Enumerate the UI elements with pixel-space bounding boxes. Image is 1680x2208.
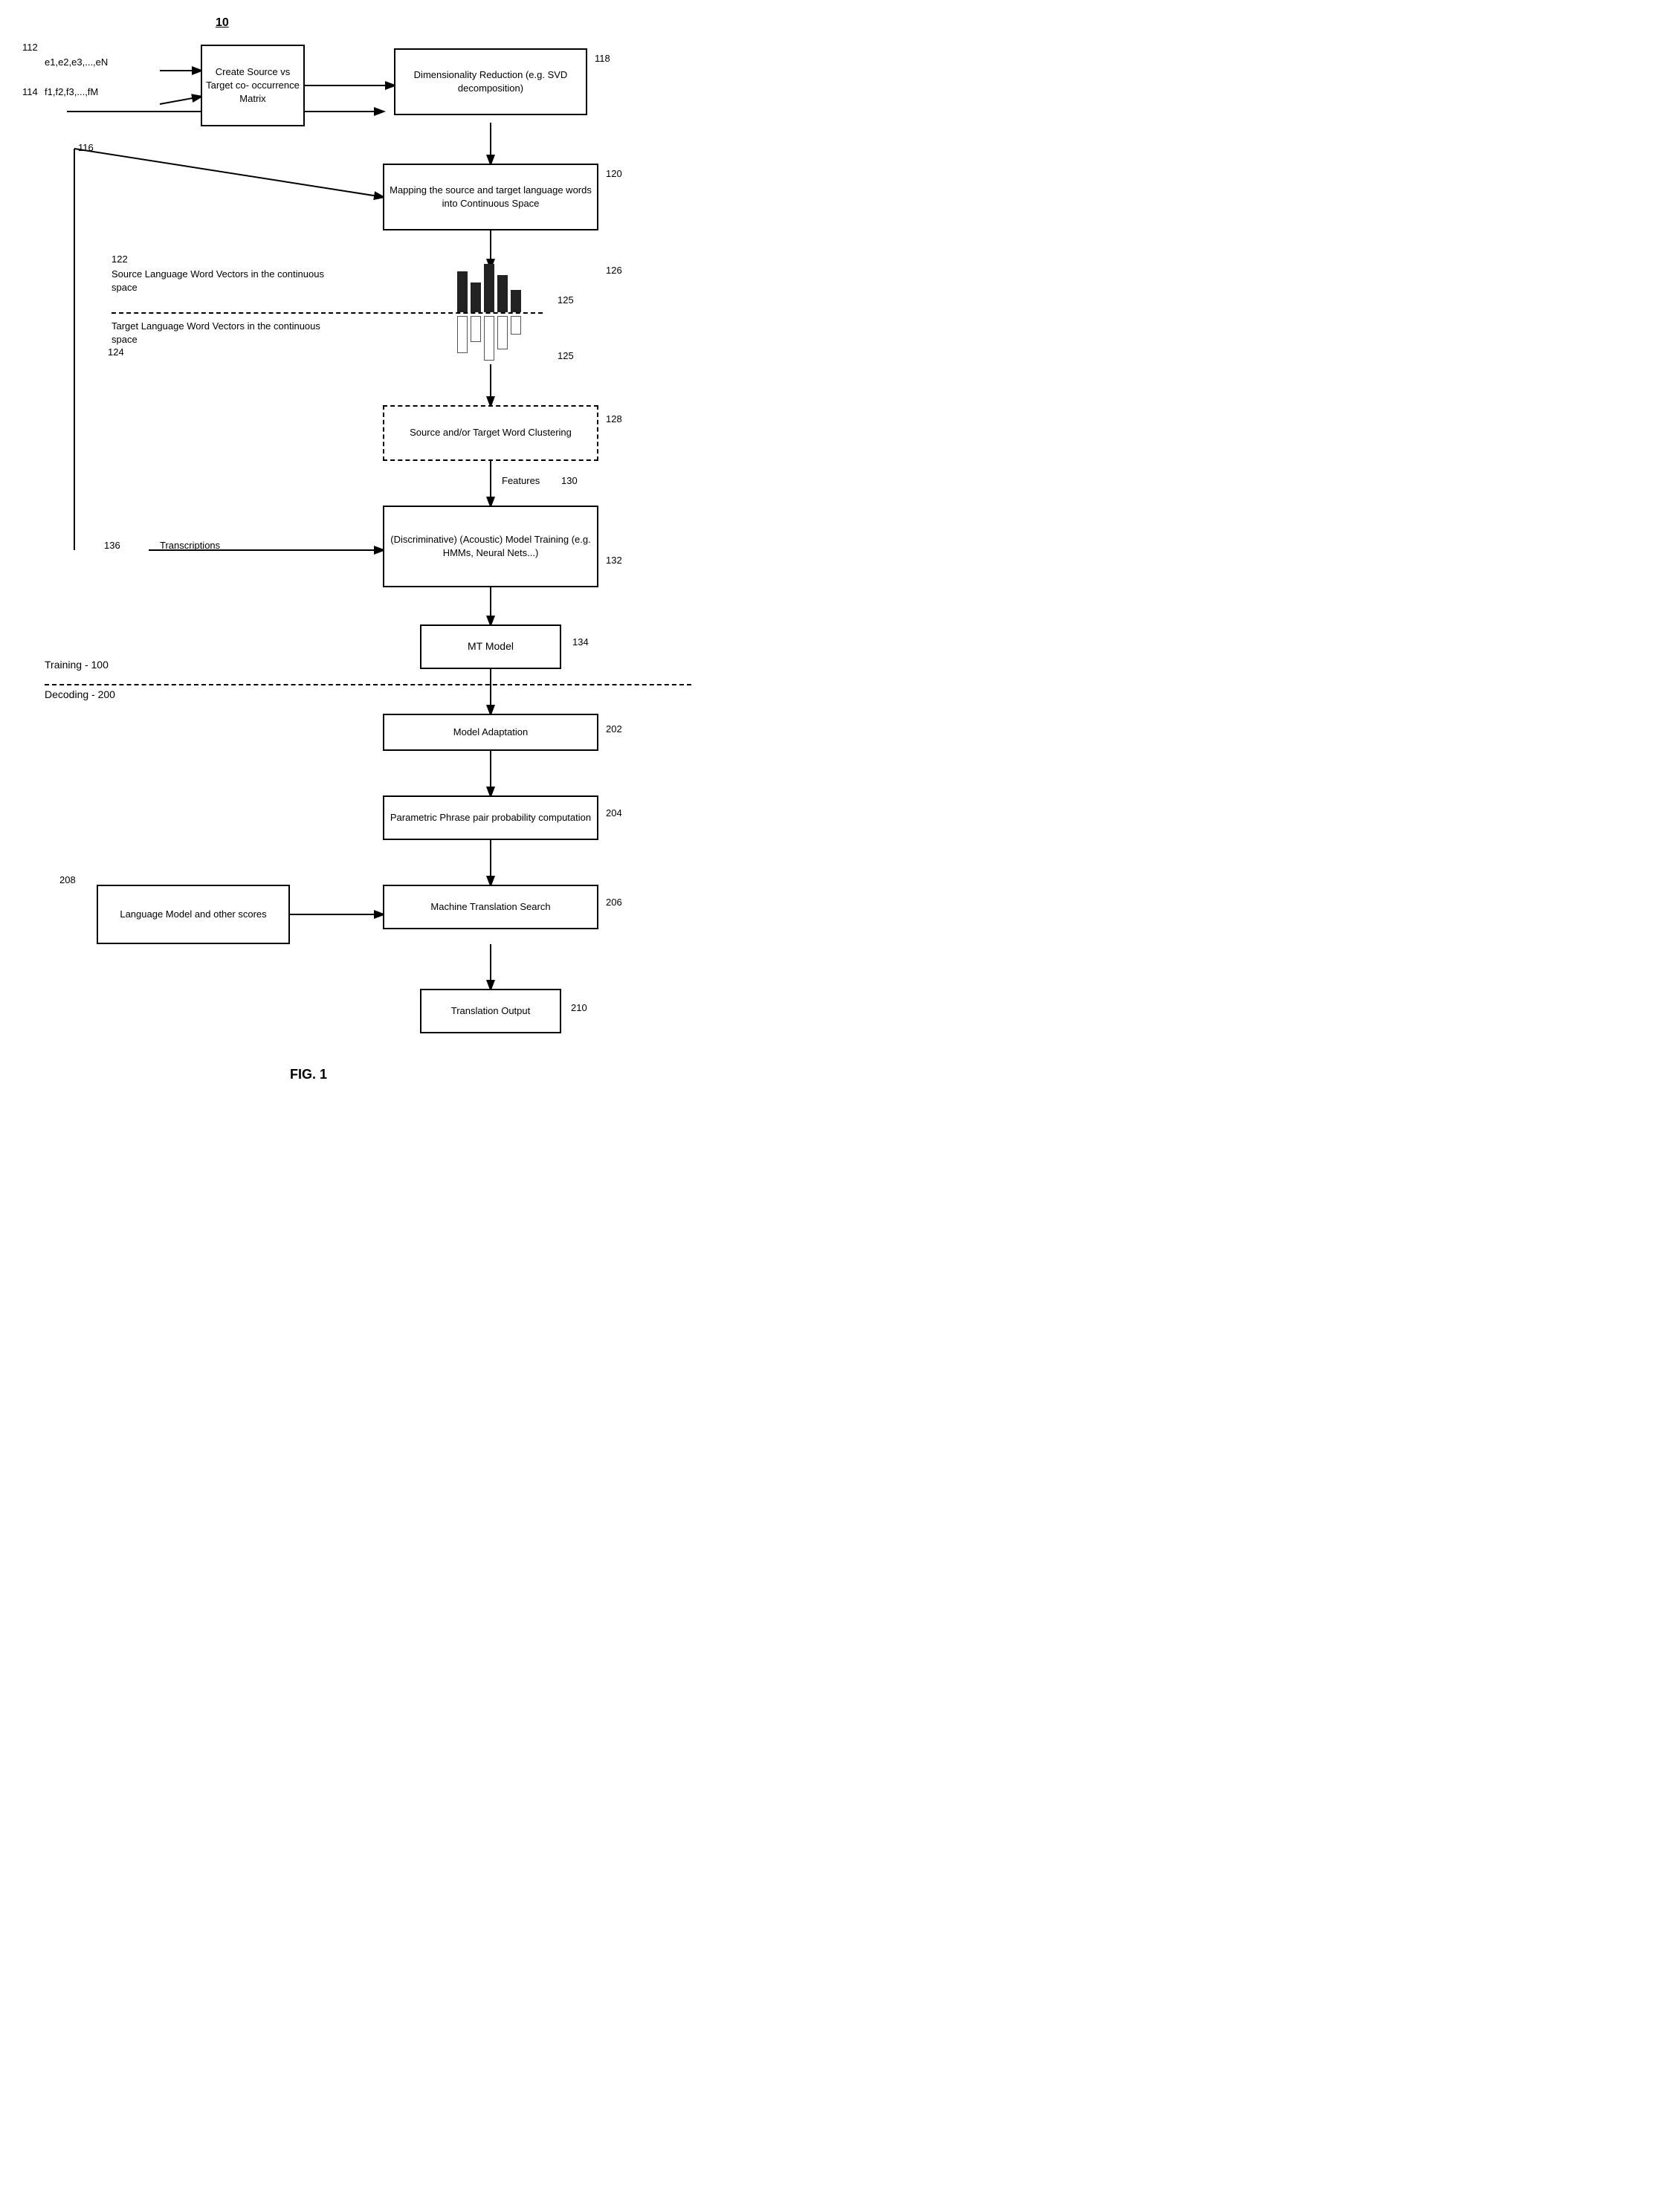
ref-204-label: 204	[606, 807, 622, 820]
ref-125b-label: 125	[558, 349, 574, 363]
bar5	[511, 290, 521, 312]
clustering-box: Source and/or Target Word Clustering	[383, 405, 598, 461]
ref-120-label: 120	[606, 167, 622, 181]
fig-label: FIG. 1	[290, 1067, 327, 1082]
parametric-box: Parametric Phrase pair probability compu…	[383, 795, 598, 840]
source-lang-vec-label: Source Language Word Vectors in the cont…	[112, 268, 335, 294]
target-bars-vis	[457, 316, 521, 361]
ref-126-label: 126	[606, 264, 622, 277]
training-decoding-separator	[45, 684, 691, 685]
create-matrix-box: Create Source vs Target co- occurrence M…	[201, 45, 305, 126]
model-training-box: (Discriminative) (Acoustic) Model Traini…	[383, 506, 598, 587]
language-model-box: Language Model and other scores	[97, 885, 290, 944]
ref-128-label: 128	[606, 413, 622, 426]
diagram-container: 10 e1,e2,e3,...,eN f1,f2,f3,...,fM 112 1…	[0, 0, 840, 1104]
ref-210-label: 210	[571, 1001, 587, 1015]
mapping-box: Mapping the source and target language w…	[383, 164, 598, 230]
tbar1	[457, 316, 468, 353]
ref-202-label: 202	[606, 723, 622, 736]
model-adaptation-box: Model Adaptation	[383, 714, 598, 751]
ref-206-label: 206	[606, 896, 622, 909]
f-vars-label: f1,f2,f3,...,fM	[45, 85, 98, 99]
vector-separator	[112, 312, 543, 314]
ref-114-label: 114	[22, 85, 38, 99]
features-label: Features	[502, 474, 540, 488]
bar1	[457, 271, 468, 312]
ref-116-label: 116	[78, 141, 94, 155]
decoding-label: Decoding - 200	[45, 688, 115, 703]
ref-124-label: 124	[108, 346, 124, 359]
transcriptions-label: Transcriptions	[160, 539, 220, 552]
ref-130-label: 130	[561, 474, 578, 488]
target-lang-vec-label: Target Language Word Vectors in the cont…	[112, 320, 335, 346]
ref-125a-label: 125	[558, 294, 574, 307]
ref-112-label: 112	[22, 41, 38, 54]
bar3	[484, 264, 494, 312]
ref-134-label: 134	[572, 636, 589, 649]
e-vars-label: e1,e2,e3,...,eN	[45, 56, 108, 69]
ref-118-label: 118	[595, 52, 610, 65]
training-label: Training - 100	[45, 658, 109, 673]
bar4	[497, 275, 508, 312]
ref-10-label: 10	[216, 15, 229, 31]
source-bars-vis	[457, 264, 521, 312]
tbar5	[511, 316, 521, 335]
tbar4	[497, 316, 508, 349]
dimensionality-box: Dimensionality Reduction (e.g. SVD decom…	[394, 48, 587, 115]
ref-208-label: 208	[59, 874, 76, 887]
ref-136-label: 136	[104, 539, 120, 552]
tbar3	[484, 316, 494, 361]
mt-model-box: MT Model	[420, 624, 561, 669]
translation-output-box: Translation Output	[420, 989, 561, 1033]
bar2	[471, 283, 481, 312]
mt-search-box: Machine Translation Search	[383, 885, 598, 929]
tbar2	[471, 316, 481, 342]
ref-122-label: 122	[112, 253, 128, 266]
ref-132-label: 132	[606, 554, 622, 567]
